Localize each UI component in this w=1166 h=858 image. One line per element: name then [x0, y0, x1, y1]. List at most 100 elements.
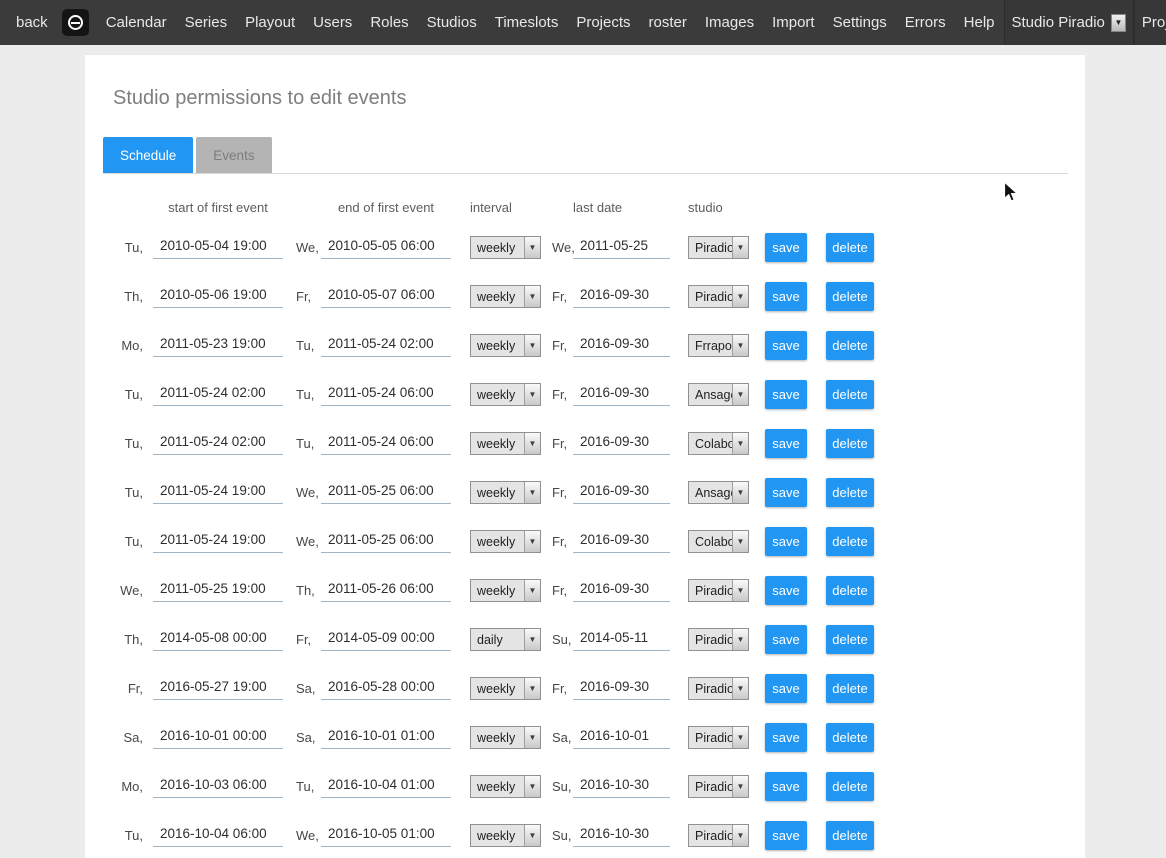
interval-select[interactable]: weekly ▼ — [470, 677, 541, 700]
last-date-input[interactable] — [573, 285, 670, 308]
end-datetime-input[interactable] — [321, 677, 451, 700]
project-selector[interactable]: Project 88vier ▼ — [1134, 0, 1166, 45]
start-datetime-input[interactable] — [153, 677, 283, 700]
end-datetime-input[interactable] — [321, 824, 451, 847]
interval-select[interactable]: weekly ▼ — [470, 236, 541, 259]
start-datetime-input[interactable] — [153, 775, 283, 798]
start-datetime-input[interactable] — [153, 481, 283, 504]
studio-select[interactable]: Piradio ▼ — [688, 824, 749, 847]
save-button[interactable]: save — [765, 527, 807, 556]
save-button[interactable]: save — [765, 576, 807, 605]
save-button[interactable]: save — [765, 772, 807, 801]
nav-item-playout[interactable]: Playout — [236, 14, 304, 31]
end-datetime-input[interactable] — [321, 383, 451, 406]
nav-item-users[interactable]: Users — [304, 14, 361, 31]
studio-select[interactable]: Ansage ▼ — [688, 481, 749, 504]
last-date-input[interactable] — [573, 726, 670, 749]
interval-select[interactable]: weekly ▼ — [470, 481, 541, 504]
delete-button[interactable]: delete — [826, 233, 874, 262]
delete-button[interactable]: delete — [826, 625, 874, 654]
interval-select[interactable]: weekly ▼ — [470, 579, 541, 602]
last-date-input[interactable] — [573, 579, 670, 602]
nav-item-calendar[interactable]: Calendar — [97, 14, 176, 31]
last-date-input[interactable] — [573, 530, 670, 553]
tab-events[interactable]: Events — [196, 137, 271, 173]
start-datetime-input[interactable] — [153, 285, 283, 308]
interval-select[interactable]: weekly ▼ — [470, 432, 541, 455]
end-datetime-input[interactable] — [321, 481, 451, 504]
delete-button[interactable]: delete — [826, 527, 874, 556]
last-date-input[interactable] — [573, 775, 670, 798]
studio-select[interactable]: Ansage ▼ — [688, 383, 749, 406]
studio-select[interactable]: Piradio ▼ — [688, 628, 749, 651]
nav-item-help[interactable]: Help — [955, 14, 1004, 31]
save-button[interactable]: save — [765, 282, 807, 311]
delete-button[interactable]: delete — [826, 331, 874, 360]
start-datetime-input[interactable] — [153, 824, 283, 847]
last-date-input[interactable] — [573, 432, 670, 455]
delete-button[interactable]: delete — [826, 772, 874, 801]
nav-item-studios[interactable]: Studios — [418, 14, 486, 31]
interval-select[interactable]: daily ▼ — [470, 628, 541, 651]
nav-item-images[interactable]: Images — [696, 14, 763, 31]
delete-button[interactable]: delete — [826, 429, 874, 458]
start-datetime-input[interactable] — [153, 579, 283, 602]
end-datetime-input[interactable] — [321, 726, 451, 749]
studio-selector[interactable]: Studio Piradio ▼ — [1004, 0, 1134, 45]
nav-item-settings[interactable]: Settings — [824, 14, 896, 31]
last-date-input[interactable] — [573, 628, 670, 651]
studio-select[interactable]: Piradio ▼ — [688, 236, 749, 259]
save-button[interactable]: save — [765, 380, 807, 409]
delete-button[interactable]: delete — [826, 674, 874, 703]
end-datetime-input[interactable] — [321, 236, 451, 259]
nav-item-errors[interactable]: Errors — [896, 14, 955, 31]
last-date-input[interactable] — [573, 481, 670, 504]
interval-select[interactable]: weekly ▼ — [470, 824, 541, 847]
end-datetime-input[interactable] — [321, 285, 451, 308]
tab-schedule[interactable]: Schedule — [103, 137, 193, 173]
delete-button[interactable]: delete — [826, 723, 874, 752]
interval-select[interactable]: weekly ▼ — [470, 383, 541, 406]
delete-button[interactable]: delete — [826, 576, 874, 605]
end-datetime-input[interactable] — [321, 530, 451, 553]
studio-select[interactable]: Piradio ▼ — [688, 775, 749, 798]
nav-item-import[interactable]: Import — [763, 14, 824, 31]
interval-select[interactable]: weekly ▼ — [470, 530, 541, 553]
save-button[interactable]: save — [765, 821, 807, 850]
nav-item-series[interactable]: Series — [176, 14, 237, 31]
end-datetime-input[interactable] — [321, 775, 451, 798]
studio-select[interactable]: Colabo ▼ — [688, 530, 749, 553]
start-datetime-input[interactable] — [153, 726, 283, 749]
interval-select[interactable]: weekly ▼ — [470, 775, 541, 798]
studio-select[interactable]: Piradio ▼ — [688, 726, 749, 749]
start-datetime-input[interactable] — [153, 432, 283, 455]
back-link[interactable]: back — [0, 14, 60, 31]
end-datetime-input[interactable] — [321, 628, 451, 651]
end-datetime-input[interactable] — [321, 432, 451, 455]
save-button[interactable]: save — [765, 625, 807, 654]
interval-select[interactable]: weekly ▼ — [470, 285, 541, 308]
save-button[interactable]: save — [765, 674, 807, 703]
studio-select[interactable]: Piradio ▼ — [688, 677, 749, 700]
save-button[interactable]: save — [765, 723, 807, 752]
last-date-input[interactable] — [573, 383, 670, 406]
last-date-input[interactable] — [573, 824, 670, 847]
studio-select[interactable]: Piradio ▼ — [688, 285, 749, 308]
start-datetime-input[interactable] — [153, 236, 283, 259]
delete-button[interactable]: delete — [826, 282, 874, 311]
last-date-input[interactable] — [573, 677, 670, 700]
end-datetime-input[interactable] — [321, 579, 451, 602]
start-datetime-input[interactable] — [153, 383, 283, 406]
start-datetime-input[interactable] — [153, 530, 283, 553]
delete-button[interactable]: delete — [826, 478, 874, 507]
studio-select[interactable]: Piradio ▼ — [688, 579, 749, 602]
chevron-down-icon[interactable]: ▼ — [1111, 14, 1126, 32]
nav-item-roles[interactable]: Roles — [361, 14, 417, 31]
end-datetime-input[interactable] — [321, 334, 451, 357]
studio-select[interactable]: Colabo ▼ — [688, 432, 749, 455]
delete-button[interactable]: delete — [826, 821, 874, 850]
delete-button[interactable]: delete — [826, 380, 874, 409]
start-datetime-input[interactable] — [153, 628, 283, 651]
save-button[interactable]: save — [765, 478, 807, 507]
interval-select[interactable]: weekly ▼ — [470, 726, 541, 749]
